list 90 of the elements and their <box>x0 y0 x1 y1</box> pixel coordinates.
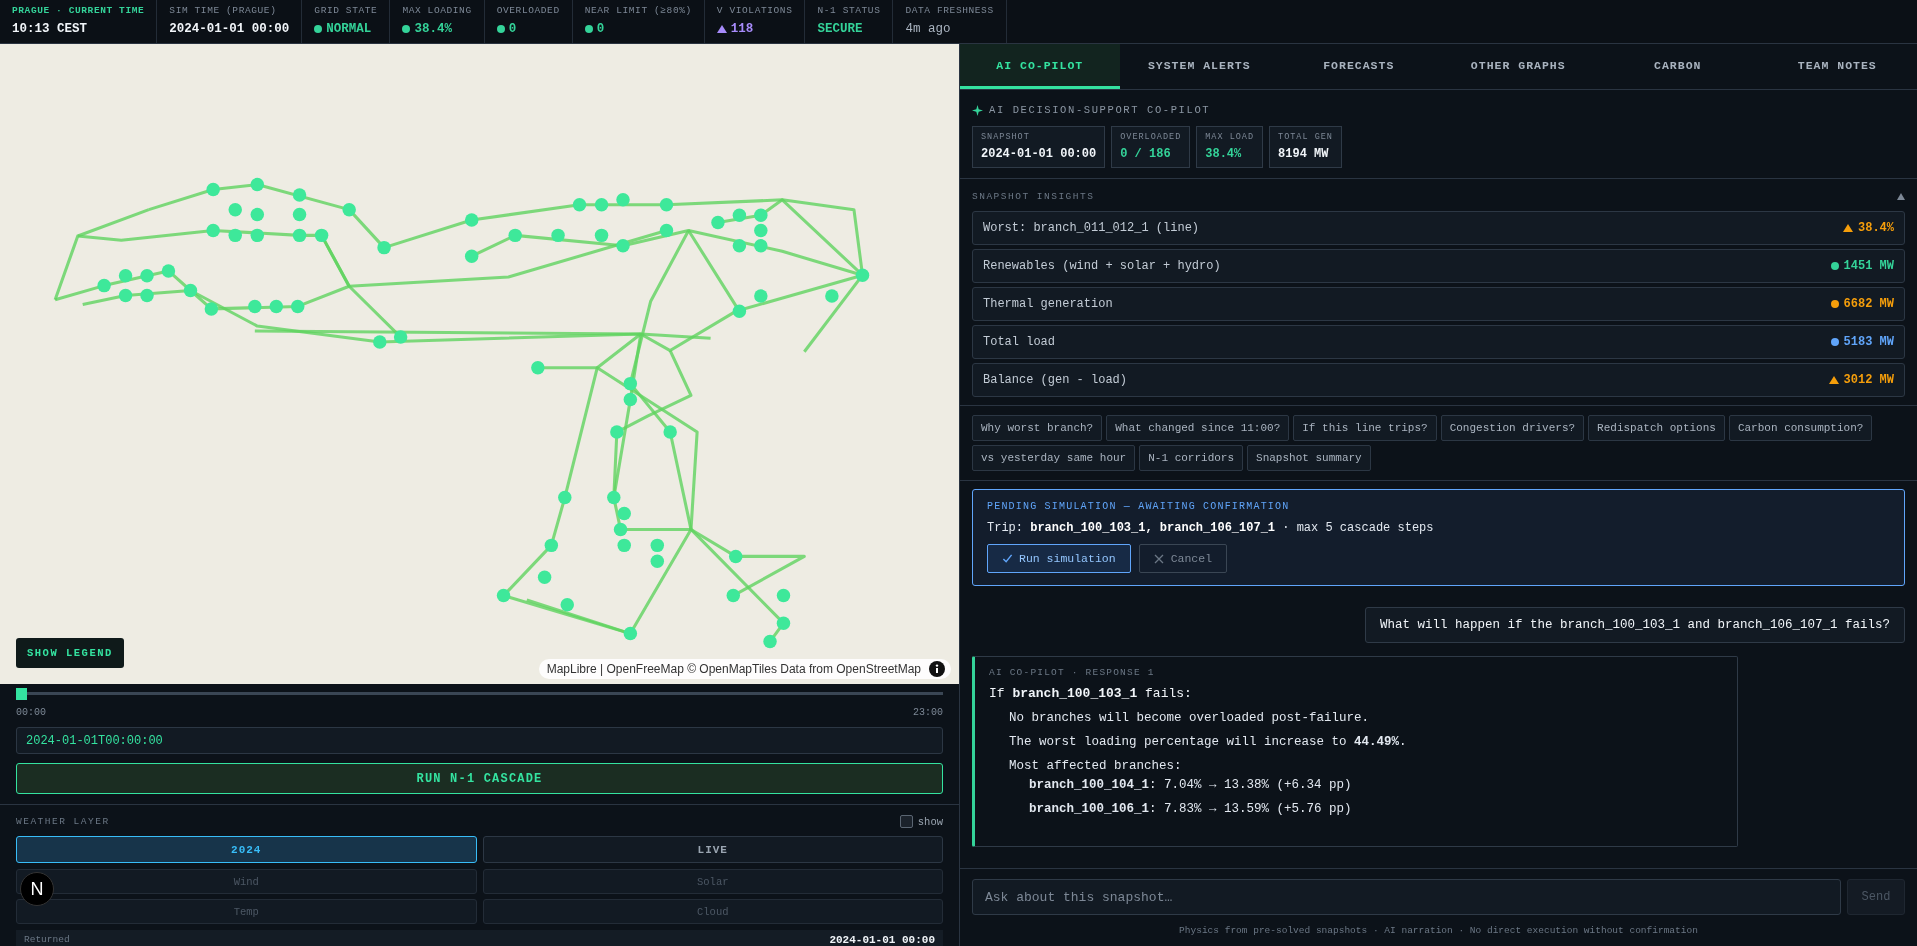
insight-value: 6682 MW <box>1843 297 1894 311</box>
returned-label: Returned <box>24 934 70 946</box>
suggestion-chip[interactable]: What changed since 11:00? <box>1106 415 1290 441</box>
stat-label: TOTAL GEN <box>1278 132 1333 142</box>
status-value: SECURE <box>817 22 863 36</box>
insight-value: 3012 MW <box>1843 373 1894 387</box>
section-title: SNAPSHOT INSIGHTS <box>972 190 1095 202</box>
map-attribution: MapLibre | OpenFreeMap © OpenMapTiles Data from OpenStreetMap <box>546 662 921 676</box>
insight-label: Renewables (wind + solar + hydro) <box>983 259 1221 273</box>
stat-value: 38.4% <box>1205 147 1243 161</box>
status-label: PRAGUE · CURRENT TIME <box>12 5 145 16</box>
checkbox-label: show <box>917 815 943 828</box>
stat-label: OVERLOADED <box>1120 132 1182 142</box>
insight-row[interactable]: Total load 5183 MW <box>972 325 1905 359</box>
timeline-handle[interactable] <box>16 688 27 700</box>
insight-row[interactable]: Worst: branch_011_012_1 (line) 38.4% <box>972 211 1905 245</box>
insight-label: Total load <box>983 335 1055 349</box>
insight-value: 5183 MW <box>1843 335 1894 349</box>
collapse-caret-icon[interactable] <box>1897 192 1905 200</box>
status-label: NEAR LIMIT (≥80%) <box>584 5 692 16</box>
suggestion-chip[interactable]: Congestion drivers? <box>1440 415 1585 441</box>
close-icon <box>1153 553 1164 564</box>
suggestion-chip[interactable]: Redispatch options <box>1588 415 1725 441</box>
insight-label: Balance (gen - load) <box>983 373 1128 387</box>
pending-title: PENDING SIMULATION — AWAITING CONFIRMATION <box>987 501 1291 512</box>
insight-row[interactable]: Renewables (wind + solar + hydro) 1451 MW <box>972 249 1905 283</box>
chat-input[interactable]: Ask about this snapshot… <box>972 879 1841 915</box>
panel-tab[interactable]: OTHER GRAPHS <box>1438 44 1598 89</box>
sparkle-icon <box>972 104 983 116</box>
response-text: No branches will become overloaded post-failure. <box>1009 711 1371 725</box>
insight-row[interactable]: Thermal generation 6682 MW <box>972 287 1905 321</box>
branch-item: branch_100_106_1: 7.83% → 13.59% (+5.76 pp) <box>1029 802 1353 816</box>
show-checkbox[interactable] <box>899 815 913 828</box>
mode-toggle[interactable]: 2024 <box>16 836 477 863</box>
status-value: 2024-01-01 00:00 <box>169 22 290 36</box>
branch-item: branch_100_104_1: 7.04% → 13.38% (+6.34 pp) <box>1029 778 1353 792</box>
status-label: N-1 STATUS <box>817 5 881 16</box>
stat-label: MAX LOAD <box>1205 132 1255 142</box>
panel-title: AI DECISION-SUPPORT CO-PILOT <box>989 104 1211 116</box>
response-text: The worst loading percentage will increase to 44.49%. <box>1009 735 1408 749</box>
show-legend-button[interactable]: SHOW LEGEND <box>16 638 124 668</box>
run-cascade-button[interactable]: RUN N-1 CASCADE <box>16 763 943 794</box>
status-value: 0 <box>596 22 605 36</box>
status-value: 38.4% <box>414 22 452 36</box>
insight-value: 38.4% <box>1858 221 1894 235</box>
timestamp-field[interactable]: 2024-01-01T00:00:00 <box>16 727 943 754</box>
suggestion-chip[interactable]: Carbon consumption? <box>1728 415 1873 441</box>
pending-text: Trip: branch_100_103_1, branch_106_107_1 · max 5 cascade steps <box>987 521 1435 535</box>
suggestion-chip[interactable]: If this line trips? <box>1293 415 1437 441</box>
status-label: GRID STATE <box>314 5 378 16</box>
status-label: OVERLOADED <box>496 5 560 16</box>
insight-label: Worst: branch_011_012_1 (line) <box>983 221 1200 235</box>
suggestion-chip[interactable]: N-1 corridors <box>1139 445 1244 471</box>
stat-value: 2024-01-01 00:00 <box>981 147 1097 161</box>
insight-value: 1451 MW <box>1843 259 1894 273</box>
stat-value: 0 / 186 <box>1120 147 1172 161</box>
stat-value: 8194 MW <box>1278 147 1330 161</box>
suggestion-chip[interactable]: vs yesterday same hour <box>972 445 1136 471</box>
cancel-button[interactable]: Cancel <box>1138 544 1228 573</box>
returned-value: 2024-01-01 00:00 <box>829 934 935 946</box>
status-value: 118 <box>730 22 754 36</box>
response-label: AI CO-PILOT · RESPONSE 1 <box>989 667 1156 678</box>
status-value: NORMAL <box>326 22 372 36</box>
panel-tab[interactable]: CARBON <box>1598 44 1758 89</box>
check-icon <box>1002 553 1013 564</box>
panel-tab[interactable]: TEAM NOTES <box>1757 44 1917 89</box>
status-value: 4m ago <box>905 22 951 36</box>
status-label: SIM TIME (PRAGUE) <box>169 5 278 16</box>
panel-tab[interactable]: SYSTEM ALERTS <box>1119 44 1279 89</box>
user-message: What will happen if the branch_100_103_1 and branch_106_107_1 fails? <box>1364 607 1905 643</box>
response-heading: If branch_100_103_1 fails: <box>989 686 1193 701</box>
panel-tab[interactable]: AI CO-PILOT <box>960 44 1120 89</box>
suggestion-chip[interactable]: Snapshot summary <box>1247 445 1371 471</box>
suggestion-chip[interactable]: Why worst branch? <box>972 415 1103 441</box>
status-label: V VIOLATIONS <box>716 5 793 16</box>
run-simulation-button[interactable]: Run simulation <box>987 544 1131 573</box>
section-title: WEATHER LAYER <box>16 816 110 827</box>
stat-label: SNAPSHOT <box>981 132 1031 142</box>
status-value: 10:13 CEST <box>12 22 87 36</box>
response-text: Most affected branches: <box>1009 759 1183 773</box>
insight-row[interactable]: Balance (gen - load) 3012 MW <box>972 363 1905 397</box>
insight-label: Thermal generation <box>983 297 1113 311</box>
time-label: 00:00 <box>16 707 46 718</box>
footer-note: Physics from pre-solved snapshots · AI narration · No direct execution without confirmation <box>1178 925 1699 938</box>
status-value: 0 <box>508 22 517 36</box>
mode-toggle[interactable]: LIVE <box>482 836 943 863</box>
time-label: 23:00 <box>913 707 943 718</box>
status-label: MAX LOADING <box>402 5 472 16</box>
status-label: DATA FRESHNESS <box>905 5 994 16</box>
panel-tab[interactable]: FORECASTS <box>1279 44 1439 89</box>
